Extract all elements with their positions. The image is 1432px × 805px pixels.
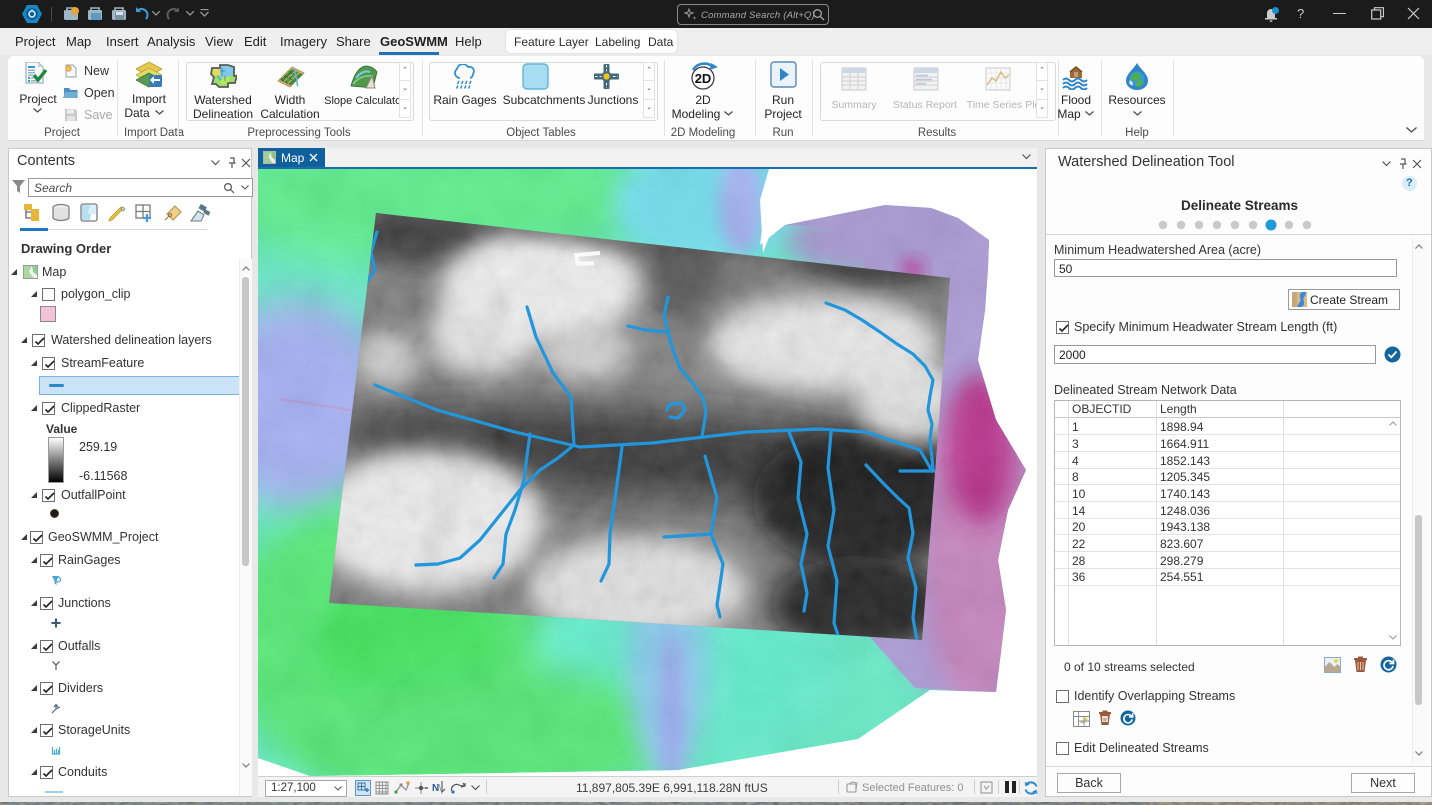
svg-text:2D: 2D — [695, 71, 712, 86]
svg-text:w: w — [1103, 717, 1107, 723]
svg-text:N: N — [432, 783, 439, 794]
